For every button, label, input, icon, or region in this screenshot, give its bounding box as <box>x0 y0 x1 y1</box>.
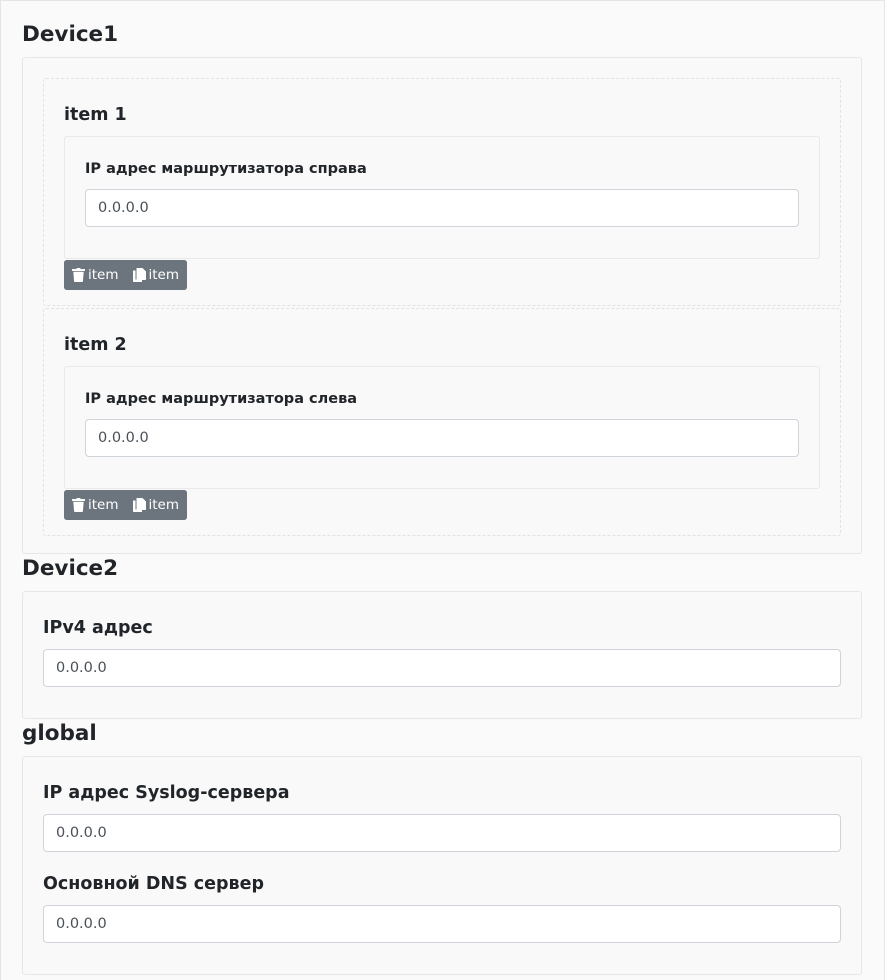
item-2-field-label: IP адрес маршрутизатора слева <box>85 391 358 407</box>
item-2-title: item 2 <box>64 335 127 355</box>
copy-icon <box>132 498 146 512</box>
ipv4-input[interactable] <box>43 649 841 687</box>
syslog-ip-input[interactable] <box>43 814 841 852</box>
dns-label: Основной DNS сервер <box>43 874 265 894</box>
section-title-device2: Device2 <box>22 556 119 581</box>
item-2-copy-button[interactable]: item <box>126 490 188 520</box>
syslog-label: IP адрес Syslog-сервера <box>43 783 290 803</box>
section-title-global: global <box>22 721 97 746</box>
ipv4-label: IPv4 адрес <box>43 618 153 638</box>
item-1-copy-label: item <box>148 267 180 283</box>
copy-icon <box>132 268 146 282</box>
item-2-delete-label: item <box>88 497 119 513</box>
trash-icon <box>72 498 85 512</box>
trash-icon <box>72 268 85 282</box>
section-title-device1: Device1 <box>22 22 119 47</box>
item-1-copy-button[interactable]: item <box>126 260 188 290</box>
item-1-delete-button[interactable]: item <box>64 260 127 290</box>
item-2-copy-label: item <box>148 497 180 513</box>
router-left-ip-input[interactable] <box>85 419 799 457</box>
dns-server-input[interactable] <box>43 905 841 943</box>
item-2-delete-button[interactable]: item <box>64 490 127 520</box>
item-1-delete-label: item <box>88 267 119 283</box>
router-right-ip-input[interactable] <box>85 189 799 227</box>
item-1-field-label: IP адрес маршрутизатора справа <box>85 161 367 177</box>
item-1-button-group: item item <box>64 260 188 290</box>
item-2-button-group: item item <box>64 490 188 520</box>
item-1-title: item 1 <box>64 105 127 125</box>
